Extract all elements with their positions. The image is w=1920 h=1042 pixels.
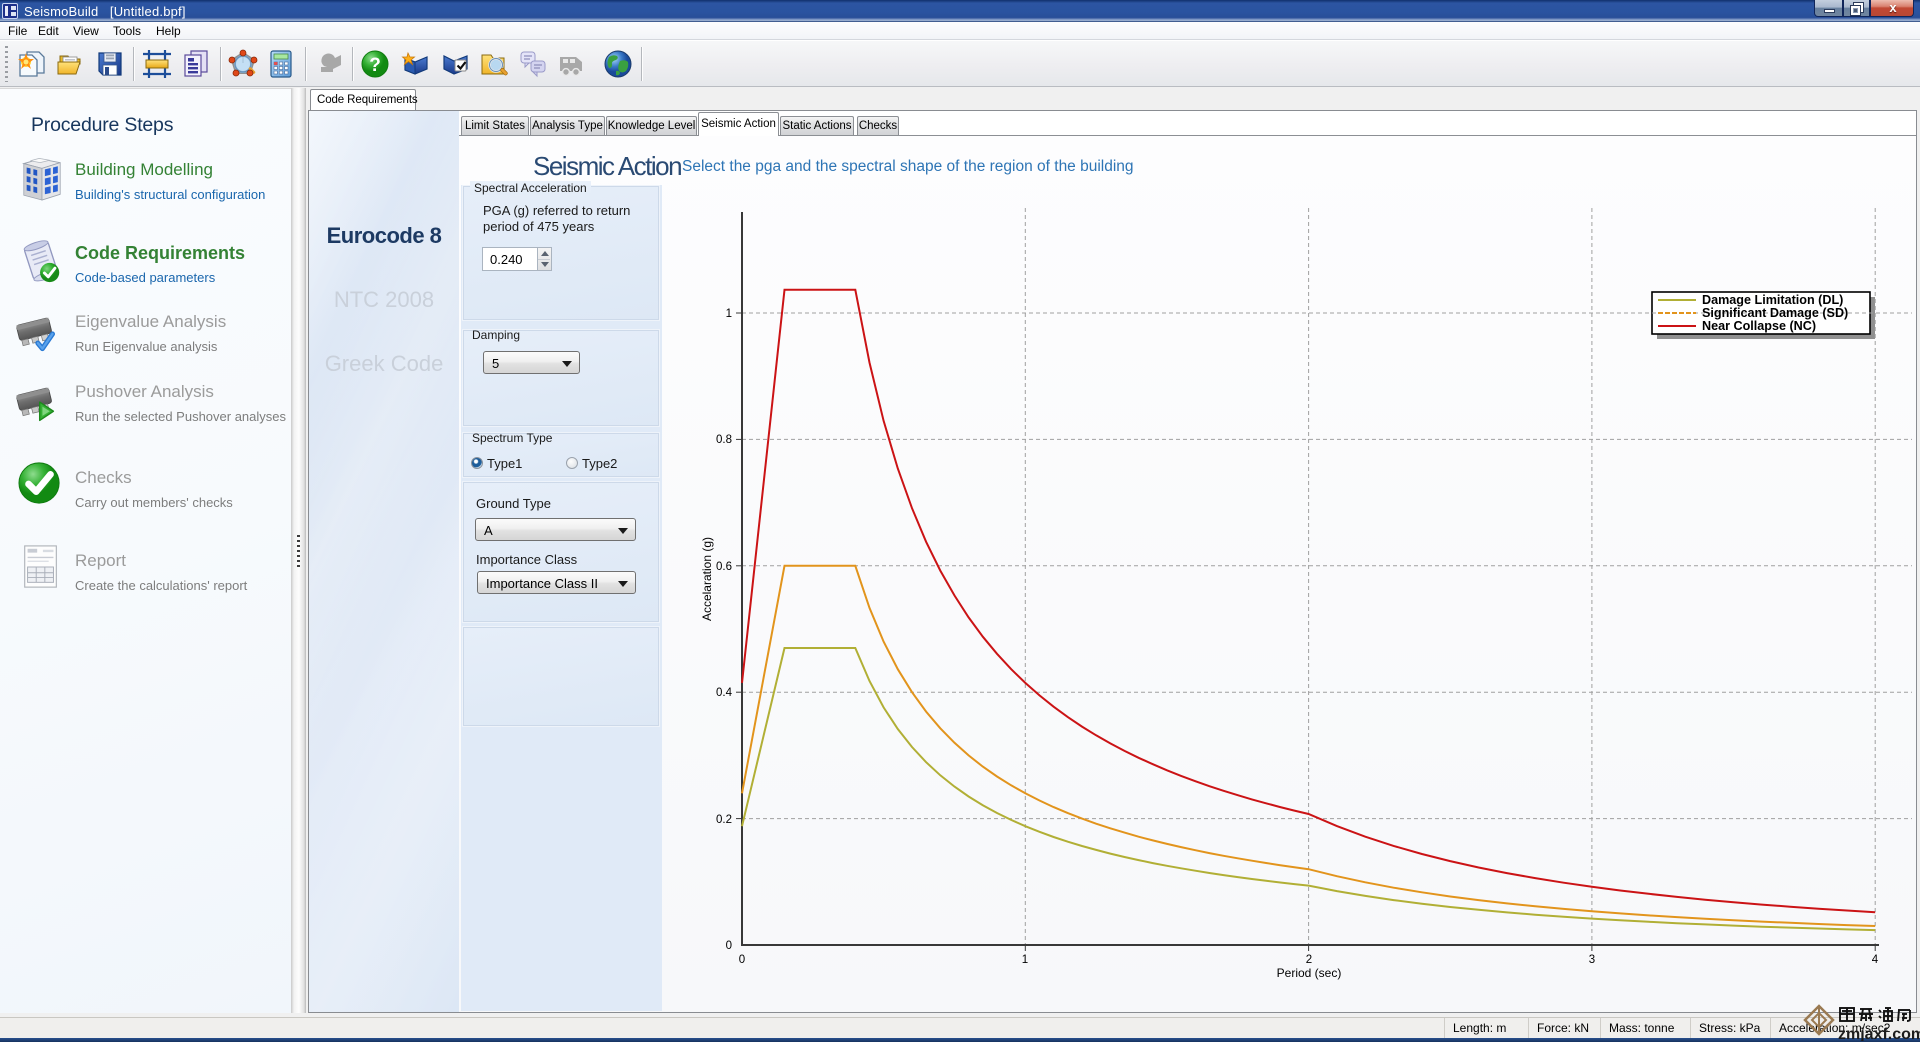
svg-text:0.6: 0.6 [716, 561, 732, 573]
svg-text:0.8: 0.8 [716, 434, 732, 446]
svg-text:2: 2 [1306, 954, 1312, 966]
svg-text:Period (sec): Period (sec) [1277, 966, 1342, 980]
svg-text:Damage Limitation (DL): Damage Limitation (DL) [1702, 293, 1843, 307]
svg-text:0.4: 0.4 [716, 687, 733, 699]
svg-text:zmjaxf.com: zmjaxf.com [1838, 1026, 1920, 1041]
svg-text:?: ? [369, 55, 381, 76]
svg-text:Near Collapse (NC): Near Collapse (NC) [1702, 319, 1816, 333]
svg-text:0: 0 [726, 940, 732, 952]
svg-text:Significant Damage (SD): Significant Damage (SD) [1702, 306, 1848, 320]
svg-text:1: 1 [1022, 954, 1028, 966]
svg-text:Accelaration (g): Accelaration (g) [700, 537, 714, 621]
svg-text:4: 4 [1872, 954, 1879, 966]
svg-text:0: 0 [739, 954, 745, 966]
svg-text:1: 1 [726, 308, 732, 320]
svg-text:3: 3 [1589, 954, 1595, 966]
svg-text:0.2: 0.2 [716, 814, 732, 826]
